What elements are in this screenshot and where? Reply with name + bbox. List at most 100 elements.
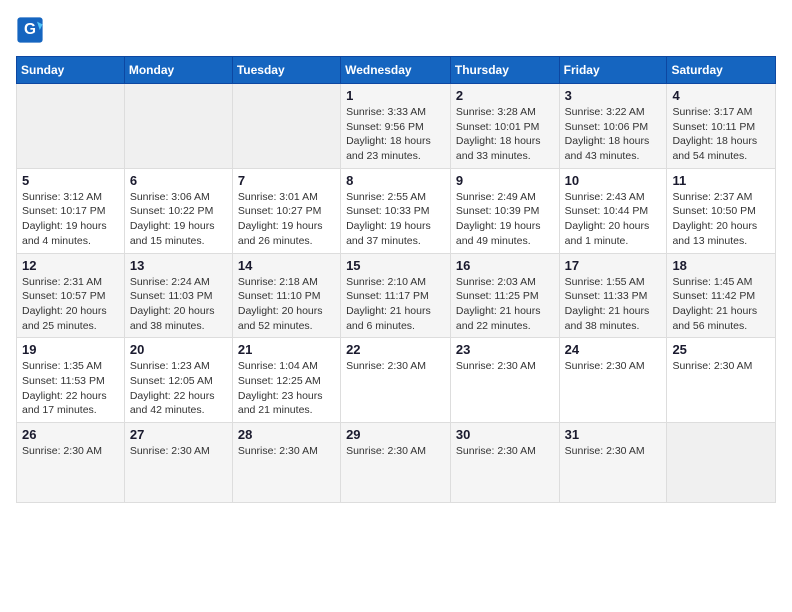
day-info: Sunrise: 1:45 AM Sunset: 11:42 PM Daylig… bbox=[672, 275, 770, 334]
day-info: Sunrise: 2:03 AM Sunset: 11:25 PM Daylig… bbox=[456, 275, 554, 334]
day-number: 2 bbox=[456, 88, 554, 103]
day-number: 9 bbox=[456, 173, 554, 188]
calendar-cell bbox=[124, 84, 232, 169]
calendar-cell: 21 Sunrise: 1:04 AM Sunset: 12:25 AM Dayl… bbox=[232, 338, 340, 423]
calendar-cell: 30 Sunrise: 2:30 AM bbox=[450, 423, 559, 503]
calendar-cell: 13 Sunrise: 2:24 AM Sunset: 11:03 PM Dayl… bbox=[124, 253, 232, 338]
day-info: Sunrise: 1:23 AM Sunset: 12:05 AM Daylig… bbox=[130, 359, 227, 418]
day-info: Sunrise: 2:30 AM bbox=[22, 444, 119, 459]
day-info: Sunrise: 2:31 AM Sunset: 10:57 PM Daylig… bbox=[22, 275, 119, 334]
day-number: 5 bbox=[22, 173, 119, 188]
day-info: Sunrise: 2:30 AM bbox=[456, 359, 554, 374]
day-info: Sunrise: 3:01 AM Sunset: 10:27 PM Daylig… bbox=[238, 190, 335, 249]
day-number: 20 bbox=[130, 342, 227, 357]
calendar-cell: 24Sunrise: 2:30 AM bbox=[559, 338, 667, 423]
calendar-cell: 16 Sunrise: 2:03 AM Sunset: 11:25 PM Dayl… bbox=[450, 253, 559, 338]
day-number: 27 bbox=[130, 427, 227, 442]
svg-text:G: G bbox=[24, 21, 36, 38]
day-info: Sunrise: 2:30 AM bbox=[456, 444, 554, 459]
day-number: 31 bbox=[565, 427, 662, 442]
day-number: 21 bbox=[238, 342, 335, 357]
day-info: Sunrise: 3:22 AM Sunset: 10:06 PM Daylig… bbox=[565, 105, 662, 164]
calendar-cell: 10Sunrise: 2:43 AM Sunset: 10:44 PM Dayl… bbox=[559, 168, 667, 253]
day-info: Sunrise: 2:30 AM bbox=[672, 359, 770, 374]
day-number: 25 bbox=[672, 342, 770, 357]
calendar-header-row: SundayMondayTuesdayWednesdayThursdayFrid… bbox=[17, 57, 776, 84]
weekday-header-saturday: Saturday bbox=[667, 57, 776, 84]
day-info: Sunrise: 1:55 AM Sunset: 11:33 PM Daylig… bbox=[565, 275, 662, 334]
calendar-cell: 4 Sunrise: 3:17 AM Sunset: 10:11 PM Dayli… bbox=[667, 84, 776, 169]
calendar-cell: 9 Sunrise: 2:49 AM Sunset: 10:39 PM Dayli… bbox=[450, 168, 559, 253]
calendar-cell: 20 Sunrise: 1:23 AM Sunset: 12:05 AM Dayl… bbox=[124, 338, 232, 423]
calendar-cell: 15Sunrise: 2:10 AM Sunset: 11:17 PM Dayl… bbox=[341, 253, 451, 338]
day-info: Sunrise: 2:24 AM Sunset: 11:03 PM Daylig… bbox=[130, 275, 227, 334]
calendar-cell: 8 Sunrise: 2:55 AM Sunset: 10:33 PM Dayli… bbox=[341, 168, 451, 253]
calendar-cell: 6Sunrise: 3:06 AM Sunset: 10:22 PM Dayli… bbox=[124, 168, 232, 253]
day-number: 12 bbox=[22, 258, 119, 273]
weekday-header-monday: Monday bbox=[124, 57, 232, 84]
calendar-cell: 27 Sunrise: 2:30 AM bbox=[124, 423, 232, 503]
day-info: Sunrise: 2:49 AM Sunset: 10:39 PM Daylig… bbox=[456, 190, 554, 249]
day-info: Sunrise: 2:18 AM Sunset: 11:10 PM Daylig… bbox=[238, 275, 335, 334]
day-number: 18 bbox=[672, 258, 770, 273]
calendar-cell: 12 Sunrise: 2:31 AM Sunset: 10:57 PM Dayl… bbox=[17, 253, 125, 338]
day-info: Sunrise: 2:55 AM Sunset: 10:33 PM Daylig… bbox=[346, 190, 445, 249]
calendar-cell: 31 Sunrise: 2:30 AM bbox=[559, 423, 667, 503]
calendar-week-3: 12 Sunrise: 2:31 AM Sunset: 10:57 PM Dayl… bbox=[17, 253, 776, 338]
day-number: 11 bbox=[672, 173, 770, 188]
calendar-cell: 17Sunrise: 1:55 AM Sunset: 11:33 PM Dayl… bbox=[559, 253, 667, 338]
day-number: 13 bbox=[130, 258, 227, 273]
calendar-cell: 18 Sunrise: 1:45 AM Sunset: 11:42 PM Dayl… bbox=[667, 253, 776, 338]
day-info: Sunrise: 1:35 AM Sunset: 11:53 PM Daylig… bbox=[22, 359, 119, 418]
weekday-header-tuesday: Tuesday bbox=[232, 57, 340, 84]
calendar-cell: 19 Sunrise: 1:35 AM Sunset: 11:53 PM Dayl… bbox=[17, 338, 125, 423]
calendar-cell bbox=[667, 423, 776, 503]
day-info: Sunrise: 3:06 AM Sunset: 10:22 PM Daylig… bbox=[130, 190, 227, 249]
day-info: Sunrise: 2:30 AM bbox=[346, 359, 445, 374]
calendar-cell: 5 Sunrise: 3:12 AM Sunset: 10:17 PM Dayli… bbox=[17, 168, 125, 253]
day-info: Sunrise: 1:04 AM Sunset: 12:25 AM Daylig… bbox=[238, 359, 335, 418]
calendar-cell: 28 Sunrise: 2:30 AM bbox=[232, 423, 340, 503]
calendar-cell: 26 Sunrise: 2:30 AM bbox=[17, 423, 125, 503]
day-number: 19 bbox=[22, 342, 119, 357]
day-number: 7 bbox=[238, 173, 335, 188]
day-number: 3 bbox=[565, 88, 662, 103]
page-header: G bbox=[16, 16, 776, 44]
day-number: 10 bbox=[565, 173, 662, 188]
calendar-cell: 2Sunrise: 3:28 AM Sunset: 10:01 PM Dayli… bbox=[450, 84, 559, 169]
day-number: 1 bbox=[346, 88, 445, 103]
day-number: 14 bbox=[238, 258, 335, 273]
calendar-cell: 14 Sunrise: 2:18 AM Sunset: 11:10 PM Dayl… bbox=[232, 253, 340, 338]
calendar-cell: 29 Sunrise: 2:30 AM bbox=[341, 423, 451, 503]
day-info: Sunrise: 2:30 AM bbox=[130, 444, 227, 459]
calendar-cell bbox=[17, 84, 125, 169]
day-number: 26 bbox=[22, 427, 119, 442]
calendar-cell: 3 Sunrise: 3:22 AM Sunset: 10:06 PM Dayli… bbox=[559, 84, 667, 169]
calendar-cell bbox=[232, 84, 340, 169]
logo-icon: G bbox=[16, 16, 44, 44]
day-number: 4 bbox=[672, 88, 770, 103]
day-info: Sunrise: 2:30 AM bbox=[238, 444, 335, 459]
day-info: Sunrise: 3:33 AM Sunset: 9:56 PM Dayligh… bbox=[346, 105, 445, 164]
day-number: 28 bbox=[238, 427, 335, 442]
day-info: Sunrise: 2:10 AM Sunset: 11:17 PM Daylig… bbox=[346, 275, 445, 334]
day-number: 22 bbox=[346, 342, 445, 357]
calendar-cell: 1 Sunrise: 3:33 AM Sunset: 9:56 PM Daylig… bbox=[341, 84, 451, 169]
weekday-header-friday: Friday bbox=[559, 57, 667, 84]
day-number: 8 bbox=[346, 173, 445, 188]
calendar-cell: 7 Sunrise: 3:01 AM Sunset: 10:27 PM Dayli… bbox=[232, 168, 340, 253]
day-info: Sunrise: 3:12 AM Sunset: 10:17 PM Daylig… bbox=[22, 190, 119, 249]
day-number: 29 bbox=[346, 427, 445, 442]
calendar-week-1: 1 Sunrise: 3:33 AM Sunset: 9:56 PM Daylig… bbox=[17, 84, 776, 169]
calendar-week-4: 19 Sunrise: 1:35 AM Sunset: 11:53 PM Dayl… bbox=[17, 338, 776, 423]
day-number: 16 bbox=[456, 258, 554, 273]
weekday-header-thursday: Thursday bbox=[450, 57, 559, 84]
weekday-header-sunday: Sunday bbox=[17, 57, 125, 84]
day-info: Sunrise: 2:30 AM bbox=[346, 444, 445, 459]
calendar-week-5: 26 Sunrise: 2:30 AM 27 Sunrise: 2:30 AM 28 Su… bbox=[17, 423, 776, 503]
day-number: 24 bbox=[565, 342, 662, 357]
day-number: 30 bbox=[456, 427, 554, 442]
calendar-week-2: 5 Sunrise: 3:12 AM Sunset: 10:17 PM Dayli… bbox=[17, 168, 776, 253]
day-info: Sunrise: 3:17 AM Sunset: 10:11 PM Daylig… bbox=[672, 105, 770, 164]
day-info: Sunrise: 2:30 AM bbox=[565, 444, 662, 459]
